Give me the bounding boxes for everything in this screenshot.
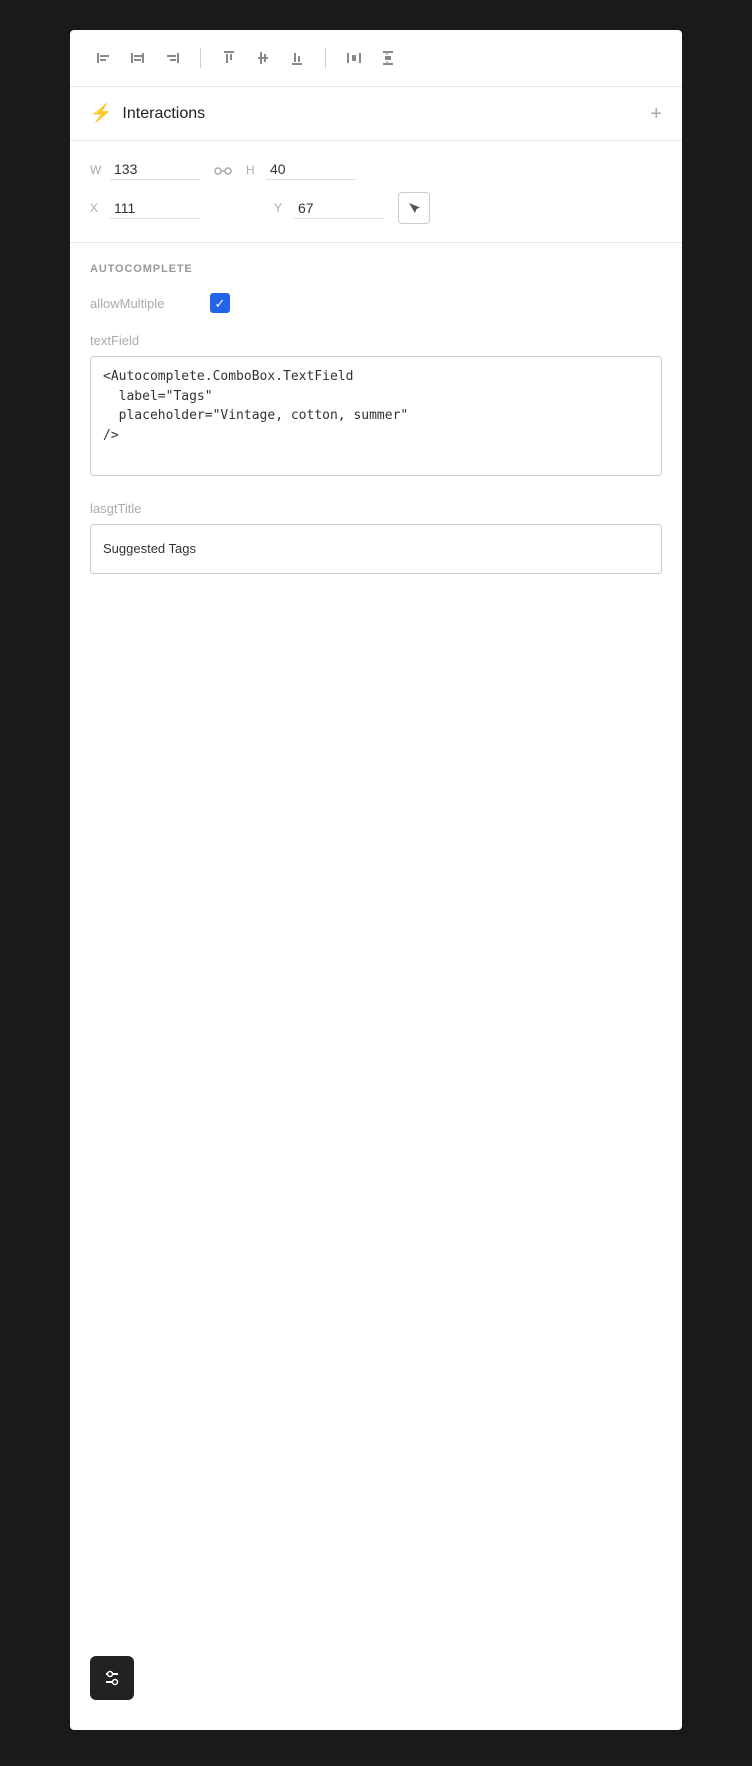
allow-multiple-row: allowMultiple ✓ (90, 293, 662, 313)
align-center-icon[interactable] (124, 44, 152, 72)
allow-multiple-label: allowMultiple (90, 296, 210, 311)
toolbar (70, 30, 682, 87)
toolbar-divider-2 (325, 48, 326, 68)
width-label: W (90, 163, 104, 177)
align-right-icon[interactable] (158, 44, 186, 72)
align-top-icon[interactable] (215, 44, 243, 72)
main-panel: ⚡ Interactions + W H X Y (70, 30, 682, 1730)
height-label: H (246, 163, 260, 177)
align-middle-icon[interactable] (249, 44, 277, 72)
properties-section: AUTOCOMPLETE allowMultiple ✓ textField <… (70, 243, 682, 614)
checkmark-icon: ✓ (215, 297, 226, 310)
height-input[interactable] (266, 159, 356, 180)
spacing-group (340, 44, 402, 72)
cursor-button[interactable] (398, 192, 430, 224)
width-height-row: W H (90, 159, 662, 180)
distribute-group (215, 44, 311, 72)
x-input[interactable] (110, 198, 200, 219)
y-label: Y (274, 201, 288, 215)
lasgt-title-group: lasgtTitle (90, 501, 662, 574)
bottom-adjust-button[interactable] (90, 1656, 134, 1700)
align-left-icon[interactable] (90, 44, 118, 72)
x-y-row: X Y (90, 192, 662, 224)
text-field-textarea[interactable]: <Autocomplete.ComboBox.TextField label="… (90, 356, 662, 476)
text-field-label: textField (90, 333, 662, 348)
distribute-h-icon[interactable] (340, 44, 368, 72)
autocomplete-label: AUTOCOMPLETE (90, 263, 662, 275)
dimensions-section: W H X Y (70, 141, 682, 243)
interactions-title: Interactions (122, 105, 650, 123)
lasgt-title-input[interactable] (90, 524, 662, 574)
link-icon (214, 161, 232, 177)
y-input[interactable] (294, 198, 384, 219)
text-field-group: textField <Autocomplete.ComboBox.TextFie… (90, 333, 662, 481)
toolbar-divider-1 (200, 48, 201, 68)
add-interaction-button[interactable]: + (650, 104, 662, 124)
lightning-icon: ⚡ (90, 103, 112, 124)
interactions-header: ⚡ Interactions + (70, 87, 682, 141)
x-label: X (90, 201, 104, 215)
allow-multiple-checkbox[interactable]: ✓ (210, 293, 230, 313)
align-group (90, 44, 186, 72)
width-input[interactable] (110, 159, 200, 180)
align-bottom-icon[interactable] (283, 44, 311, 72)
lasgt-title-label: lasgtTitle (90, 501, 662, 516)
distribute-v-icon[interactable] (374, 44, 402, 72)
